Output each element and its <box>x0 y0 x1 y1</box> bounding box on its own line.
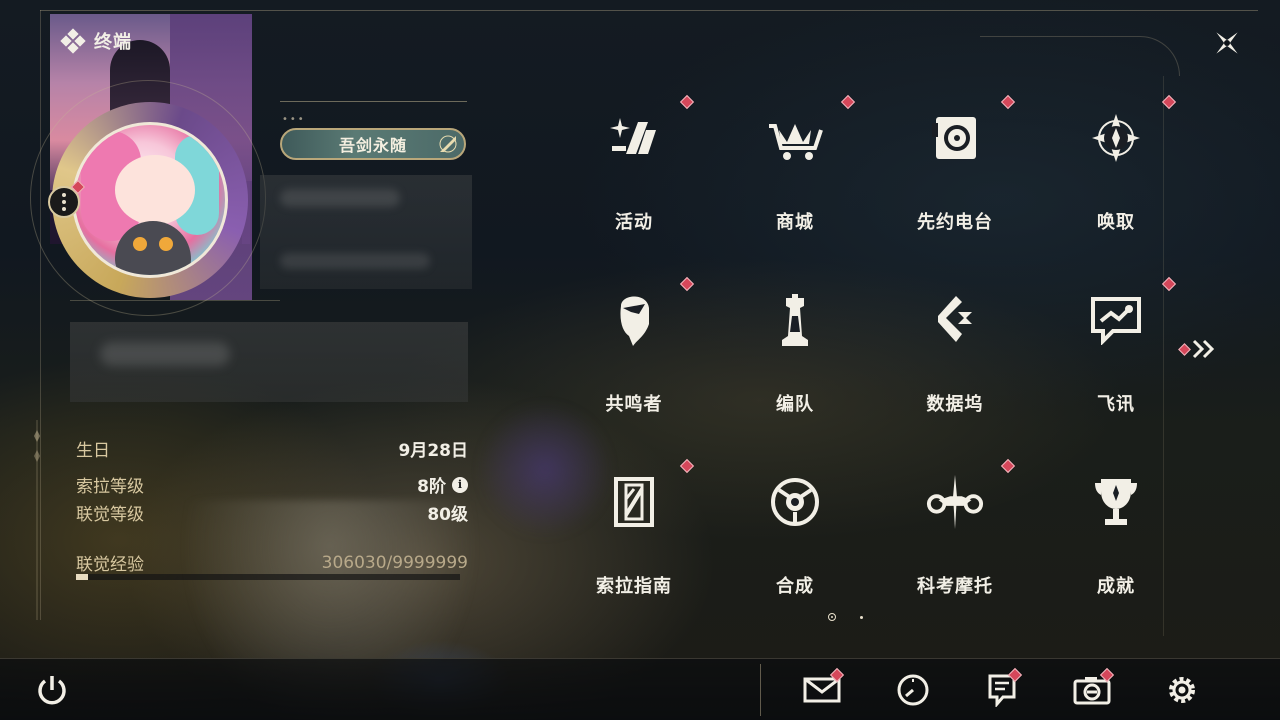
data-bank-icon <box>938 296 972 342</box>
stat-value: 80级 <box>427 505 468 525</box>
menu-item-label: 先约电台 <box>917 212 993 233</box>
stat-row-union-exp: 联觉经验 306030/9999999 <box>76 550 468 576</box>
menu-item-label: 索拉指南 <box>596 576 672 597</box>
page-title: 终端 <box>94 32 132 53</box>
menu-item-label: 飞讯 <box>1097 394 1135 415</box>
sparkle-activity-icon <box>610 118 656 154</box>
convene-star-icon <box>1092 114 1140 162</box>
settings-gear-icon <box>1169 677 1195 703</box>
bottom-bar-divider <box>760 664 761 716</box>
menu-item-convene[interactable]: 唤取 <box>1056 94 1177 236</box>
notification-badge <box>1000 458 1016 474</box>
name-tag-text: 吾剑永随 <box>338 136 407 155</box>
menu-item-label: 商城 <box>776 212 814 233</box>
mail-button[interactable] <box>802 667 845 708</box>
stat-row-sola-level: 索拉等级 8阶 ⅰ <box>76 472 468 497</box>
avatar-cat-eye <box>133 237 147 251</box>
stat-value: 9月28日 <box>398 441 469 461</box>
menu-item-radio[interactable]: 先约电台 <box>895 94 1016 236</box>
profile-signature-panel[interactable] <box>70 322 468 402</box>
chess-team-icon <box>782 294 808 346</box>
double-chevron-right-icon <box>1192 339 1215 359</box>
menu-item-guidebook[interactable]: 索拉指南 <box>574 458 695 600</box>
next-page-button[interactable] <box>1178 338 1217 360</box>
menu-item-databank[interactable]: 数据坞 <box>895 278 1015 418</box>
stat-label: 联觉经验 <box>76 555 144 575</box>
notification-badge <box>1161 276 1177 292</box>
menu-item-resonators[interactable]: 共鸣者 <box>574 276 695 418</box>
notification-badge <box>679 276 695 292</box>
decorative-vine <box>34 420 40 620</box>
stat-row-union-level: 联觉等级 80级 <box>76 500 468 525</box>
name-tag-divider <box>280 101 467 102</box>
motorbike-icon <box>926 474 984 530</box>
radio-icon <box>932 117 976 159</box>
clock-icon <box>897 674 929 706</box>
menu-item-synthesis[interactable]: 合成 <box>735 460 855 600</box>
power-icon <box>38 676 66 705</box>
menu-item-motorbike[interactable]: 科考摩托 <box>895 458 1016 600</box>
stat-label: 索拉等级 <box>76 477 144 497</box>
exp-progress-bar <box>76 574 460 580</box>
menu-item-label: 唤取 <box>1097 212 1135 233</box>
page-dot[interactable] <box>860 615 863 619</box>
notification-badge <box>679 458 695 474</box>
menu-item-label: 共鸣者 <box>605 394 663 415</box>
avatar-face <box>115 155 195 225</box>
shop-cart-icon <box>769 124 823 160</box>
menu-item-label: 编队 <box>776 394 814 415</box>
stat-row-birthday: 生日 9月28日 <box>76 436 468 461</box>
page-dot-active[interactable] <box>828 613 836 621</box>
notice-button[interactable] <box>982 667 1023 708</box>
menu-item-shop[interactable]: 商城 <box>735 94 856 236</box>
frame-line-top <box>40 10 1258 11</box>
avatar-cat-eye <box>159 237 173 251</box>
menu-item-label: 合成 <box>776 576 814 597</box>
menu-item-label: 数据坞 <box>926 394 984 415</box>
camera-button[interactable] <box>1072 667 1115 708</box>
settings-button[interactable] <box>1162 672 1202 708</box>
menu-item-label: 成就 <box>1097 576 1135 597</box>
stat-value-wrap: 8阶 ⅰ <box>417 472 468 497</box>
close-button[interactable] <box>1208 24 1246 62</box>
stat-label: 联觉等级 <box>76 505 144 525</box>
resonator-head-icon <box>620 296 649 346</box>
notification-badge <box>1178 342 1191 356</box>
menu-item-team[interactable]: 编队 <box>735 278 855 418</box>
notification-badge <box>840 94 856 110</box>
frame-curve <box>980 36 1180 76</box>
name-tag-dots: ••• <box>282 114 306 125</box>
stat-value: 8阶 <box>417 477 446 497</box>
guide-book-icon <box>614 477 654 527</box>
stat-label: 生日 <box>76 441 110 461</box>
notification-badge <box>1161 94 1177 110</box>
sword-emblem-icon <box>439 135 457 153</box>
synthesis-icon <box>771 478 819 526</box>
menu-item-achievements[interactable]: 成就 <box>1056 460 1176 600</box>
info-icon[interactable]: ⅰ <box>452 476 468 493</box>
menu-item-messages[interactable]: 飞讯 <box>1056 276 1177 418</box>
menu-item-label: 科考摩托 <box>917 576 993 597</box>
menu-item-activity[interactable]: 活动 <box>574 94 695 236</box>
power-button[interactable] <box>32 672 72 708</box>
trophy-icon <box>1095 479 1137 525</box>
message-chat-icon <box>1091 297 1141 345</box>
menu-item-label: 活动 <box>615 212 653 233</box>
name-tag[interactable]: 吾剑永随 <box>280 128 466 160</box>
exp-progress-fill <box>76 574 88 580</box>
avatar[interactable] <box>72 122 228 278</box>
diamond-cluster-icon <box>60 28 86 54</box>
profile-divider <box>70 300 280 301</box>
notification-badge <box>679 94 695 110</box>
page-indicator <box>828 613 863 621</box>
close-star-icon <box>1216 32 1238 54</box>
notification-badge <box>1000 94 1016 110</box>
profile-info-panel <box>260 175 472 289</box>
page-header: 终端 <box>60 28 132 54</box>
clock-button[interactable] <box>893 672 933 708</box>
stat-value: 306030/9999999 <box>321 552 468 573</box>
